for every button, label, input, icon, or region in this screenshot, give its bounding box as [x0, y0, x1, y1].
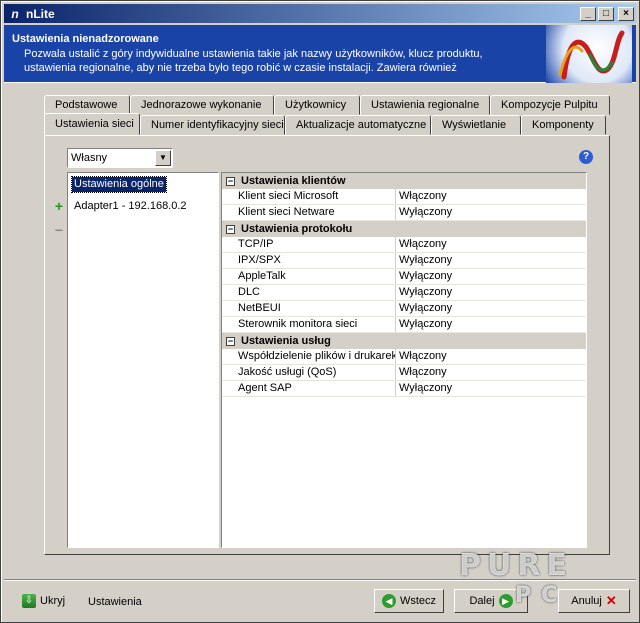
- property-name: Klient sieci Netware: [222, 205, 396, 220]
- page-header: Ustawienia nienadzorowane Pozwala ustali…: [4, 25, 636, 83]
- nlite-app-icon: n: [11, 6, 19, 21]
- category-label: Ustawienia klientów: [241, 175, 346, 187]
- property-name: NetBEUI: [222, 301, 396, 316]
- category-label: Ustawienia usług: [241, 335, 331, 347]
- tab-numer-identyfikacyjny-sieci[interactable]: Numer identyfikacyjny sieci: [140, 115, 285, 135]
- collapse-icon[interactable]: −: [226, 176, 235, 186]
- property-row[interactable]: NetBEUI Wyłączony: [222, 301, 586, 317]
- download-arrow-icon: ⇩: [22, 594, 36, 608]
- property-row[interactable]: TCP/IP Włączony: [222, 237, 586, 253]
- settings-list: Ustawienia ogólne Adapter1 - 192.168.0.2: [67, 172, 219, 548]
- back-button[interactable]: ◀ Wstecz: [374, 589, 444, 613]
- tab-jednorazowe-wykonanie[interactable]: Jednorazowe wykonanie: [130, 95, 274, 115]
- back-label: Wstecz: [399, 595, 437, 607]
- mode-select-value: Własny: [71, 152, 108, 164]
- tab-ustawienia-regionalne[interactable]: Ustawienia regionalne: [360, 95, 490, 115]
- tab-podstawowe[interactable]: Podstawowe: [44, 95, 130, 115]
- property-row[interactable]: DLC Wyłączony: [222, 285, 586, 301]
- tab-kompozycje-pulpitu[interactable]: Kompozycje Pulpitu: [490, 95, 610, 115]
- nlite-logo: [546, 25, 632, 83]
- property-name: DLC: [222, 285, 396, 300]
- property-name: Jakość usługi (QoS): [222, 365, 396, 380]
- property-row[interactable]: Klient sieci Netware Wyłączony: [222, 205, 586, 221]
- title-bar[interactable]: n nLite _ □ ×: [4, 4, 636, 23]
- category-label: Ustawienia protokołu: [241, 223, 353, 235]
- remove-adapter-icon[interactable]: −: [53, 223, 65, 237]
- property-name: AppleTalk: [222, 269, 396, 284]
- minimize-button[interactable]: _: [580, 6, 596, 21]
- purepc-watermark: PURE PC: [459, 548, 629, 609]
- status-text: Ustawienia: [88, 596, 142, 608]
- watermark-line1: PURE: [459, 548, 573, 583]
- tab-wyswietlanie[interactable]: Wyświetlanie: [431, 115, 521, 135]
- property-value[interactable]: Wyłączony: [396, 205, 586, 220]
- property-row[interactable]: Klient sieci Microsoft Włączony: [222, 189, 586, 205]
- chevron-down-icon[interactable]: ▼: [155, 150, 171, 166]
- property-row[interactable]: Jakość usługi (QoS) Włączony: [222, 365, 586, 381]
- tab-komponenty[interactable]: Komponenty: [521, 115, 606, 135]
- category-header[interactable]: − Ustawienia usług: [222, 333, 586, 349]
- page-description: Pozwala ustalić z góry indywidualne usta…: [24, 48, 483, 74]
- property-value[interactable]: Włączony: [396, 237, 586, 252]
- property-value[interactable]: Wyłączony: [396, 317, 586, 332]
- property-value[interactable]: Wyłączony: [396, 253, 586, 268]
- property-name: Współdzielenie plików i drukarek: [222, 349, 396, 364]
- category-header[interactable]: − Ustawienia protokołu: [222, 221, 586, 237]
- property-name: IPX/SPX: [222, 253, 396, 268]
- property-value[interactable]: Włączony: [396, 349, 586, 364]
- help-icon[interactable]: ?: [579, 150, 593, 164]
- maximize-button[interactable]: □: [598, 6, 614, 21]
- property-row[interactable]: Współdzielenie plików i drukarek Włączon…: [222, 349, 586, 365]
- close-button[interactable]: ×: [618, 6, 634, 21]
- property-value[interactable]: Wyłączony: [396, 285, 586, 300]
- property-value[interactable]: Włączony: [396, 189, 586, 204]
- tab-ustawienia-sieci[interactable]: Ustawienia sieci: [44, 113, 140, 135]
- property-value[interactable]: Wyłączony: [396, 269, 586, 284]
- property-row[interactable]: Agent SAP Wyłączony: [222, 381, 586, 397]
- collapse-icon[interactable]: −: [226, 336, 235, 346]
- collapse-icon[interactable]: −: [226, 224, 235, 234]
- category-header[interactable]: − Ustawienia klientów: [222, 173, 586, 189]
- hide-button[interactable]: ⇩ Ukryj: [22, 594, 65, 608]
- property-row[interactable]: AppleTalk Wyłączony: [222, 269, 586, 285]
- window-title: nLite: [26, 6, 55, 21]
- property-name: Agent SAP: [222, 381, 396, 396]
- window-controls: _ □ ×: [580, 6, 634, 21]
- property-row[interactable]: IPX/SPX Wyłączony: [222, 253, 586, 269]
- list-item-ustawienia-ogolne[interactable]: Ustawienia ogólne: [71, 176, 167, 193]
- arrow-left-icon: ◀: [381, 594, 396, 608]
- app-window: n nLite _ □ × Ustawienia nienadzorowane …: [0, 0, 640, 623]
- network-settings-panel: Własny ▼ ? Ustawienia ogólne Adapter1 - …: [44, 135, 610, 555]
- page-title: Ustawienia nienadzorowane: [12, 33, 159, 45]
- tab-uzytkownicy[interactable]: Użytkownicy: [274, 95, 360, 115]
- list-item-adapter1[interactable]: Adapter1 - 192.168.0.2: [72, 199, 189, 214]
- main-area: Podstawowe Jednorazowe wykonanie Użytkow…: [4, 84, 636, 578]
- add-adapter-icon[interactable]: +: [53, 199, 65, 213]
- property-value[interactable]: Wyłączony: [396, 301, 586, 316]
- mode-select[interactable]: Własny ▼: [67, 148, 173, 168]
- property-name: Sterownik monitora sieci: [222, 317, 396, 332]
- property-name: Klient sieci Microsoft: [222, 189, 396, 204]
- tab-row-1: Podstawowe Jednorazowe wykonanie Użytkow…: [44, 95, 610, 115]
- property-grid: − Ustawienia klientów Klient sieci Micro…: [221, 172, 587, 548]
- tab-aktualizacje-automatyczne[interactable]: Aktualizacje automatyczne: [285, 115, 431, 135]
- property-value[interactable]: Włączony: [396, 365, 586, 380]
- hide-label: Ukryj: [40, 595, 66, 607]
- property-row[interactable]: Sterownik monitora sieci Wyłączony: [222, 317, 586, 333]
- watermark-line2: PC: [515, 583, 568, 608]
- property-name: TCP/IP: [222, 237, 396, 252]
- tab-row-2: Ustawienia sieci Numer identyfikacyjny s…: [44, 113, 606, 135]
- property-value[interactable]: Wyłączony: [396, 381, 586, 396]
